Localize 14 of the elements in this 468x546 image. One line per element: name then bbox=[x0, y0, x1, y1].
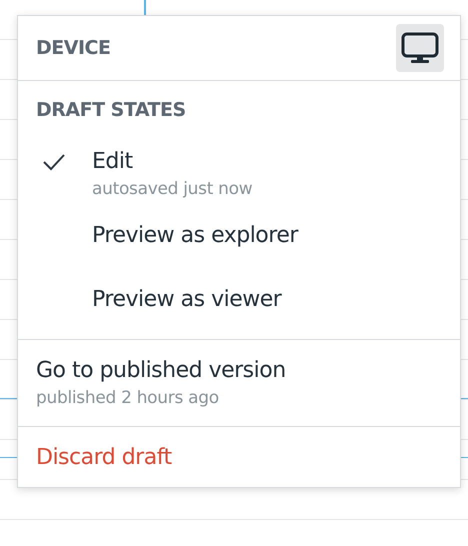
item-label: Go to published version bbox=[36, 357, 286, 385]
discard-draft-link[interactable]: Discard draft bbox=[36, 445, 172, 470]
section-heading: DEVICE bbox=[36, 37, 110, 59]
monitor-icon[interactable] bbox=[396, 24, 444, 72]
menu-item[interactable]: Go to published version published 2 hours ago bbox=[18, 339, 460, 426]
menu-item[interactable]: Preview as viewer bbox=[36, 285, 460, 329]
item-subtitle: published 2 hours ago bbox=[36, 387, 219, 410]
item-label: Edit bbox=[92, 148, 134, 176]
item-subtitle: autosaved just now bbox=[92, 178, 252, 201]
item-label: Preview as viewer bbox=[92, 286, 282, 314]
item-label: Preview as explorer bbox=[92, 222, 298, 250]
menu-item[interactable]: Edit autosaved just now bbox=[36, 147, 460, 201]
menu-item[interactable]: Preview as explorer bbox=[36, 221, 460, 265]
section-heading: DRAFT STATES bbox=[36, 99, 186, 121]
